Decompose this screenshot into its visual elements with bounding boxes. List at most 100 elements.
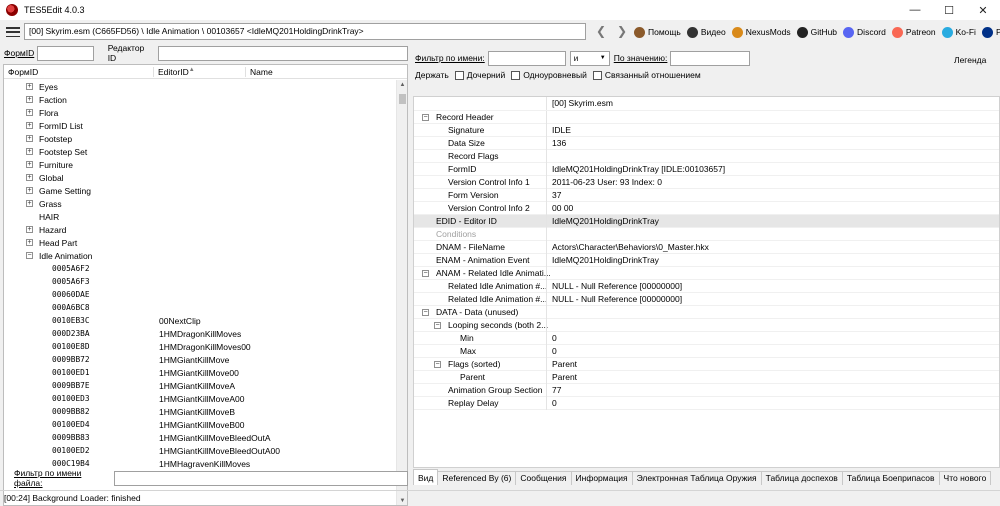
tab-5[interactable]: Таблица доспехов — [760, 471, 843, 485]
tree-group[interactable]: + FormID List — [4, 119, 396, 132]
link-ko-fi[interactable]: Ko-Fi — [941, 26, 976, 38]
record-field-row[interactable]: Conditions — [414, 228, 999, 241]
expand-icon[interactable]: + — [26, 226, 33, 233]
record-field-row[interactable]: Form Version 37 — [414, 189, 999, 202]
forward-button[interactable]: ❯ — [615, 23, 629, 40]
tree-group[interactable]: + Faction — [4, 93, 396, 106]
related-checkbox[interactable] — [592, 70, 602, 80]
scroll-up-icon[interactable]: ▲ — [397, 80, 407, 91]
sibling-checkbox[interactable] — [511, 70, 521, 80]
tree-group[interactable]: + Footstep — [4, 132, 396, 145]
tree-group[interactable]: + Flora — [4, 106, 396, 119]
tree-group[interactable]: + Global — [4, 171, 396, 184]
column-editorid[interactable]: EditorID ▲ — [154, 66, 246, 77]
collapse-icon[interactable]: − — [422, 309, 429, 316]
tree-record-row[interactable]: 00100ED3 1HMGiantKillMoveA00 — [4, 392, 396, 405]
tab-0[interactable]: Вид — [413, 469, 439, 485]
tab-3[interactable]: Информация — [570, 471, 633, 485]
expand-icon[interactable]: + — [26, 83, 33, 90]
tree-group[interactable]: + Head Part — [4, 236, 396, 249]
scroll-thumb[interactable] — [399, 94, 406, 104]
tree-group[interactable]: HAIR — [4, 210, 396, 223]
expand-icon[interactable]: + — [26, 174, 33, 181]
expand-icon[interactable]: + — [26, 239, 33, 246]
tree-record-row[interactable]: 00100E8D 1HMDragonKillMoves00 — [4, 340, 396, 353]
record-field-row[interactable]: EDID - Editor ID IdleMQ201HoldingDrinkTra… — [414, 215, 999, 228]
tree-group[interactable]: + Hazard — [4, 223, 396, 236]
record-field-row[interactable]: Related Idle Animation #... NULL - Null R… — [414, 293, 999, 306]
tree-record-row[interactable]: 0005A6F3 — [4, 275, 396, 288]
expand-icon[interactable]: + — [26, 161, 33, 168]
link-nexusmods[interactable]: NexusMods — [731, 26, 791, 38]
record-field-row[interactable]: − Flags (sorted) Parent — [414, 358, 999, 371]
tree-record-row[interactable]: 0009BB82 1HMGiantKillMoveB — [4, 405, 396, 418]
expand-icon[interactable]: + — [26, 122, 33, 129]
link-patreon[interactable]: Patreon — [891, 26, 936, 38]
record-field-row[interactable]: Signature IDLE — [414, 124, 999, 137]
hamburger-menu-icon[interactable] — [6, 27, 20, 37]
tree-record-row[interactable]: 00100ED4 1HMGiantKillMoveB00 — [4, 418, 396, 431]
expand-icon[interactable]: + — [26, 96, 33, 103]
expand-icon[interactable]: + — [26, 200, 33, 207]
tree-scrollbar[interactable]: ▲ ▼ — [396, 80, 407, 505]
record-field-row[interactable]: Version Control Info 2 00 00 — [414, 202, 999, 215]
tree-record-row[interactable]: 0010EB3C 00NextClip — [4, 314, 396, 327]
tree-record-row[interactable]: 00100ED1 1HMGiantKillMove00 — [4, 366, 396, 379]
link-помощь[interactable]: Помощь — [634, 26, 681, 38]
tree-record-row[interactable]: 0009BB72 1HMGiantKillMove — [4, 353, 396, 366]
tree-group[interactable]: + Grass — [4, 197, 396, 210]
record-field-row[interactable]: Record Flags — [414, 150, 999, 163]
record-field-row[interactable]: − DATA - Data (unused) — [414, 306, 999, 319]
tab-1[interactable]: Referenced By (6) — [437, 471, 517, 485]
tree-record-row[interactable]: 000A6BC8 — [4, 301, 396, 314]
tree-record-row[interactable]: 000D23BA 1HMDragonKillMoves — [4, 327, 396, 340]
column-formid[interactable]: ФормID — [4, 66, 154, 77]
expand-icon[interactable]: + — [26, 109, 33, 116]
tree-group[interactable]: − Idle Animation — [4, 249, 396, 262]
record-field-row[interactable]: Replay Delay 0 — [414, 397, 999, 410]
link-видео[interactable]: Видео — [686, 26, 726, 38]
record-fields-view[interactable]: [00] Skyrim.esm − Record Header Signature I… — [413, 96, 1000, 468]
minimize-button[interactable]: — — [898, 0, 932, 20]
file-filter-input[interactable] — [114, 470, 408, 486]
tree-group[interactable]: + Eyes — [4, 80, 396, 93]
collapse-icon[interactable]: − — [422, 270, 429, 277]
name-filter-input[interactable] — [487, 50, 566, 66]
record-field-row[interactable]: Related Idle Animation #... NULL - Null R… — [414, 280, 999, 293]
collapse-icon[interactable]: − — [26, 252, 33, 259]
record-field-row[interactable]: ENAM - Animation Event IdleMQ201HoldingDr… — [414, 254, 999, 267]
record-path-field[interactable]: [00] Skyrim.esm (C665FD56) \ Idle Animat… — [24, 23, 586, 40]
record-field-row[interactable]: Max 0 — [414, 345, 999, 358]
record-field-row[interactable]: Data Size 136 — [414, 137, 999, 150]
record-field-row[interactable]: Animation Group Section 77 — [414, 384, 999, 397]
record-field-row[interactable]: − Record Header — [414, 111, 999, 124]
maximize-button[interactable]: ☐ — [932, 0, 966, 20]
record-tree[interactable]: ФормID EditorID ▲ Name + Eyes + Faction + Flor… — [3, 64, 408, 506]
tree-record-row[interactable]: 0009BB7E 1HMGiantKillMoveA — [4, 379, 396, 392]
tree-record-row[interactable]: 00060DAE — [4, 288, 396, 301]
column-name[interactable]: Name — [246, 67, 273, 77]
formid-filter-input[interactable] — [37, 45, 94, 61]
record-field-row[interactable]: Parent Parent — [414, 371, 999, 384]
collapse-icon[interactable]: − — [422, 114, 429, 121]
record-field-row[interactable]: FormID IdleMQ201HoldingDrinkTray [IDLE:00… — [414, 163, 999, 176]
collapse-icon[interactable]: − — [434, 322, 441, 329]
tab-7[interactable]: Что нового — [938, 471, 992, 485]
expand-icon[interactable]: + — [26, 135, 33, 142]
filter-operator-select[interactable]: и ▼ — [569, 50, 610, 66]
tree-group[interactable]: + Furniture — [4, 158, 396, 171]
collapse-icon[interactable]: − — [434, 361, 441, 368]
value-filter-input[interactable] — [670, 50, 751, 66]
tree-record-row[interactable]: 0009BB83 1HMGiantKillMoveBleedOutA — [4, 431, 396, 444]
record-field-row[interactable]: − ANAM - Related Idle Animati... — [414, 267, 999, 280]
tab-2[interactable]: Сообщения — [515, 471, 572, 485]
link-paypal[interactable]: PayPal — [981, 26, 1000, 38]
expand-icon[interactable]: + — [26, 187, 33, 194]
link-github[interactable]: GitHub — [796, 26, 837, 38]
record-field-row[interactable]: Version Control Info 1 2011-06-23 User: 9… — [414, 176, 999, 189]
expand-icon[interactable]: + — [26, 148, 33, 155]
record-field-row[interactable]: − Looping seconds (both 2... — [414, 319, 999, 332]
tree-record-row[interactable]: 00100ED2 1HMGiantKillMoveBleedOutA00 — [4, 444, 396, 457]
record-field-row[interactable]: Min 0 — [414, 332, 999, 345]
tree-group[interactable]: + Game Setting — [4, 184, 396, 197]
